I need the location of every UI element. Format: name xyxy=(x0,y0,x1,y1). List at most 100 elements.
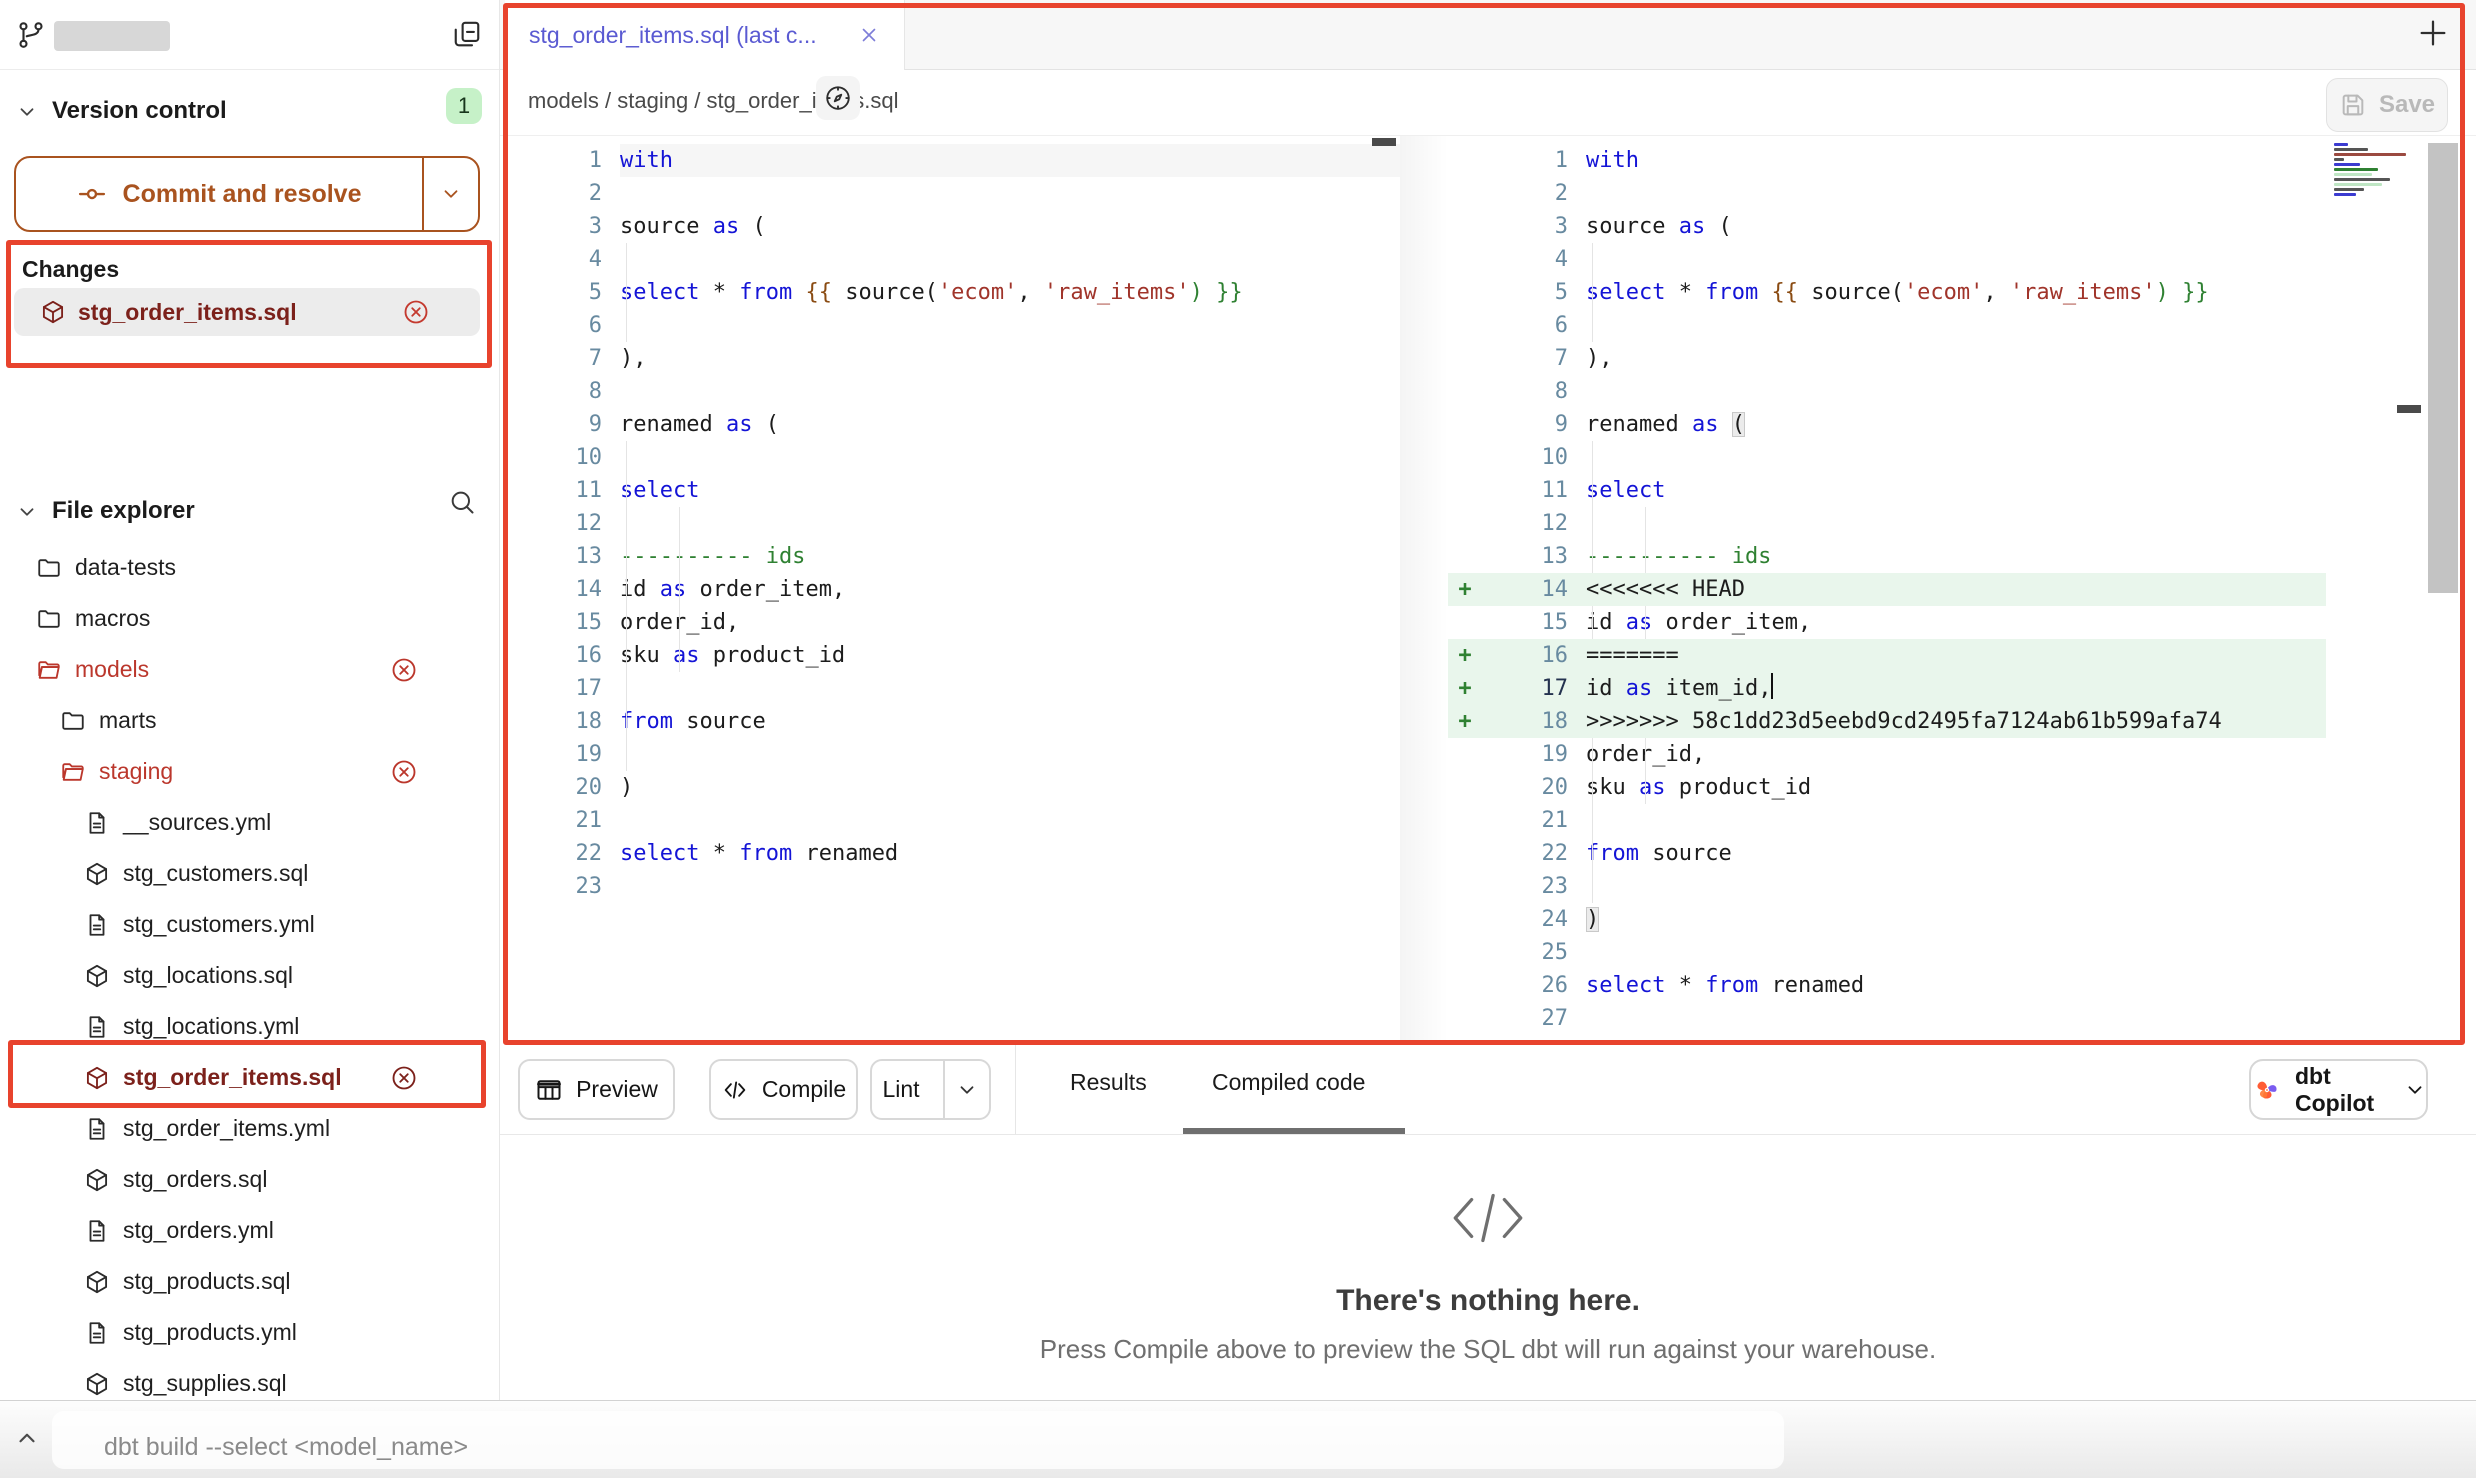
file-explorer-item-stg-locations-sql[interactable]: stg_locations.sql xyxy=(0,950,500,1001)
commit-options-dropdown[interactable] xyxy=(422,158,478,230)
code-line-9[interactable]: 9renamed as ( xyxy=(505,408,1400,441)
code-line-2[interactable]: 2 xyxy=(1448,177,2326,210)
code-line-11[interactable]: 11 select xyxy=(505,474,1400,507)
save-button[interactable]: Save xyxy=(2326,78,2448,132)
code-line-7[interactable]: 7), xyxy=(505,342,1400,375)
code-line-8[interactable]: 8 xyxy=(505,375,1400,408)
right-scrollbar[interactable] xyxy=(2428,143,2458,593)
diff-added-line-16[interactable]: +16======= xyxy=(1448,639,2326,672)
code-line-24[interactable]: 24) xyxy=(1448,903,2326,936)
file-explorer-item-marts[interactable]: marts xyxy=(0,695,500,746)
compile-button[interactable]: Compile xyxy=(709,1059,858,1120)
search-icon[interactable] xyxy=(448,488,476,516)
code-line-6[interactable]: 6 xyxy=(505,309,1400,342)
file-explorer-item-stg-order-items-sql[interactable]: stg_order_items.sql xyxy=(0,1052,500,1103)
file-explorer-item--sources-yml[interactable]: __sources.yml xyxy=(0,797,500,848)
code-line-20[interactable]: 20 sku as product_id xyxy=(1448,771,2326,804)
code-line-22[interactable]: 22select * from renamed xyxy=(505,837,1400,870)
diff-added-line-18[interactable]: +18>>>>>>> 58c1dd23d5eebd9cd2495fa7124ab… xyxy=(1448,705,2326,738)
file-explorer-item-stg-orders-yml[interactable]: stg_orders.yml xyxy=(0,1205,500,1256)
code-line-9[interactable]: 9renamed as ( xyxy=(1448,408,2326,441)
file-explorer-item-models[interactable]: models xyxy=(0,644,500,695)
left-scrollbar-thumb[interactable] xyxy=(1372,138,1396,146)
code-line-8[interactable]: 8 xyxy=(1448,375,2326,408)
code-line-20[interactable]: 20) xyxy=(505,771,1400,804)
code-line-1[interactable]: 1with xyxy=(505,144,1400,177)
code-line-19[interactable]: 19 order_id, xyxy=(1448,738,2326,771)
version-control-header[interactable]: Version control 1 xyxy=(0,92,499,132)
dbt-copilot-button[interactable]: dbt Copilot xyxy=(2249,1059,2428,1120)
code-line-26[interactable]: 26select * from renamed xyxy=(1448,969,2326,1002)
code-line-13[interactable]: 13 ---------- ids xyxy=(505,540,1400,573)
code-line-13[interactable]: 13 ---------- ids xyxy=(1448,540,2326,573)
changed-file-row[interactable]: stg_order_items.sql xyxy=(14,288,480,336)
line-number: 21 xyxy=(1482,804,1568,837)
lint-options-dropdown[interactable] xyxy=(943,1061,989,1118)
discard-change-icon[interactable] xyxy=(390,1064,418,1092)
code-line-5[interactable]: 5 select * from {{ source('ecom', 'raw_i… xyxy=(505,276,1400,309)
tab-stg-order-items[interactable]: stg_order_items.sql (last c... xyxy=(505,0,905,70)
code-line-3[interactable]: 3source as ( xyxy=(505,210,1400,243)
editor-pane-left[interactable]: 1with23source as (45 select * from {{ so… xyxy=(505,136,1400,1046)
tab-compiled-code[interactable]: Compiled code xyxy=(1212,1069,1365,1096)
editor-pane-right[interactable]: 1with23source as (45 select * from {{ so… xyxy=(1448,136,2326,1046)
code-line-21[interactable]: 21 xyxy=(1448,804,2326,837)
file-explorer-item-stg-customers-sql[interactable]: stg_customers.sql xyxy=(0,848,500,899)
discard-change-icon[interactable] xyxy=(402,298,430,326)
preview-button[interactable]: Preview xyxy=(518,1059,675,1120)
code-line-10[interactable]: 10 xyxy=(505,441,1400,474)
code-line-23[interactable]: 23 xyxy=(505,870,1400,903)
code-line-12[interactable]: 12 xyxy=(1448,507,2326,540)
discard-change-icon[interactable] xyxy=(390,656,418,684)
code-line-16[interactable]: 16 sku as product_id xyxy=(505,639,1400,672)
command-input[interactable]: dbt build --select <model_name> xyxy=(52,1411,1784,1469)
code-line-23[interactable]: 23 xyxy=(1448,870,2326,903)
copy-files-icon[interactable] xyxy=(452,19,482,49)
code-line-27[interactable]: 27 xyxy=(1448,1002,2326,1035)
new-tab-icon[interactable] xyxy=(2416,16,2450,50)
folder-open-icon xyxy=(36,657,62,683)
code-line-18[interactable]: 18 from source xyxy=(505,705,1400,738)
code-line-12[interactable]: 12 xyxy=(505,507,1400,540)
diff-added-line-17[interactable]: +17 id as item_id, xyxy=(1448,672,2326,705)
code-line-22[interactable]: 22 from source xyxy=(1448,837,2326,870)
diff-plus-marker: + xyxy=(1448,705,1482,738)
file-explorer-item-data-tests[interactable]: data-tests xyxy=(0,542,500,593)
code-line-21[interactable]: 21 xyxy=(505,804,1400,837)
file-explorer-header[interactable]: File explorer xyxy=(0,492,499,532)
code-line-4[interactable]: 4 xyxy=(1448,243,2326,276)
file-explorer-item-stg-customers-yml[interactable]: stg_customers.yml xyxy=(0,899,500,950)
file-explorer-item-stg-orders-sql[interactable]: stg_orders.sql xyxy=(0,1154,500,1205)
expand-command-bar-icon[interactable] xyxy=(14,1425,40,1451)
code-line-15[interactable]: 15 order_id, xyxy=(505,606,1400,639)
code-line-6[interactable]: 6 xyxy=(1448,309,2326,342)
code-line-10[interactable]: 10 xyxy=(1448,441,2326,474)
code-line-19[interactable]: 19 xyxy=(505,738,1400,771)
code-line-1[interactable]: 1with xyxy=(1448,144,2326,177)
code-line-17[interactable]: 17 xyxy=(505,672,1400,705)
code-line-5[interactable]: 5 select * from {{ source('ecom', 'raw_i… xyxy=(1448,276,2326,309)
code-line-7[interactable]: 7), xyxy=(1448,342,2326,375)
code-line-11[interactable]: 11 select xyxy=(1448,474,2326,507)
minimap[interactable] xyxy=(2332,141,2424,205)
lint-button[interactable]: Lint xyxy=(870,1059,991,1120)
tab-results[interactable]: Results xyxy=(1070,1069,1147,1096)
diff-added-line-14[interactable]: +14<<<<<<< HEAD xyxy=(1448,573,2326,606)
discard-change-icon[interactable] xyxy=(390,758,418,786)
file-explorer-item-macros[interactable]: macros xyxy=(0,593,500,644)
lineage-compass-button[interactable] xyxy=(816,76,860,120)
code-line-25[interactable]: 25 xyxy=(1448,936,2326,969)
file-explorer-item-stg-locations-yml[interactable]: stg_locations.yml xyxy=(0,1001,500,1052)
code-line-2[interactable]: 2 xyxy=(505,177,1400,210)
file-explorer-item-stg-order-items-yml[interactable]: stg_order_items.yml xyxy=(0,1103,500,1154)
file-explorer-item-stg-products-yml[interactable]: stg_products.yml xyxy=(0,1307,500,1358)
code-line-15[interactable]: 15 id as order_item, xyxy=(1448,606,2326,639)
file-explorer-item-stg-products-sql[interactable]: stg_products.sql xyxy=(0,1256,500,1307)
commit-and-resolve-button[interactable]: Commit and resolve xyxy=(14,156,480,232)
code-line-14[interactable]: 14 id as order_item, xyxy=(505,573,1400,606)
code-line-4[interactable]: 4 xyxy=(505,243,1400,276)
changes-list: stg_order_items.sql xyxy=(14,288,480,336)
close-icon[interactable] xyxy=(858,24,880,46)
code-line-3[interactable]: 3source as ( xyxy=(1448,210,2326,243)
file-explorer-item-staging[interactable]: staging xyxy=(0,746,500,797)
